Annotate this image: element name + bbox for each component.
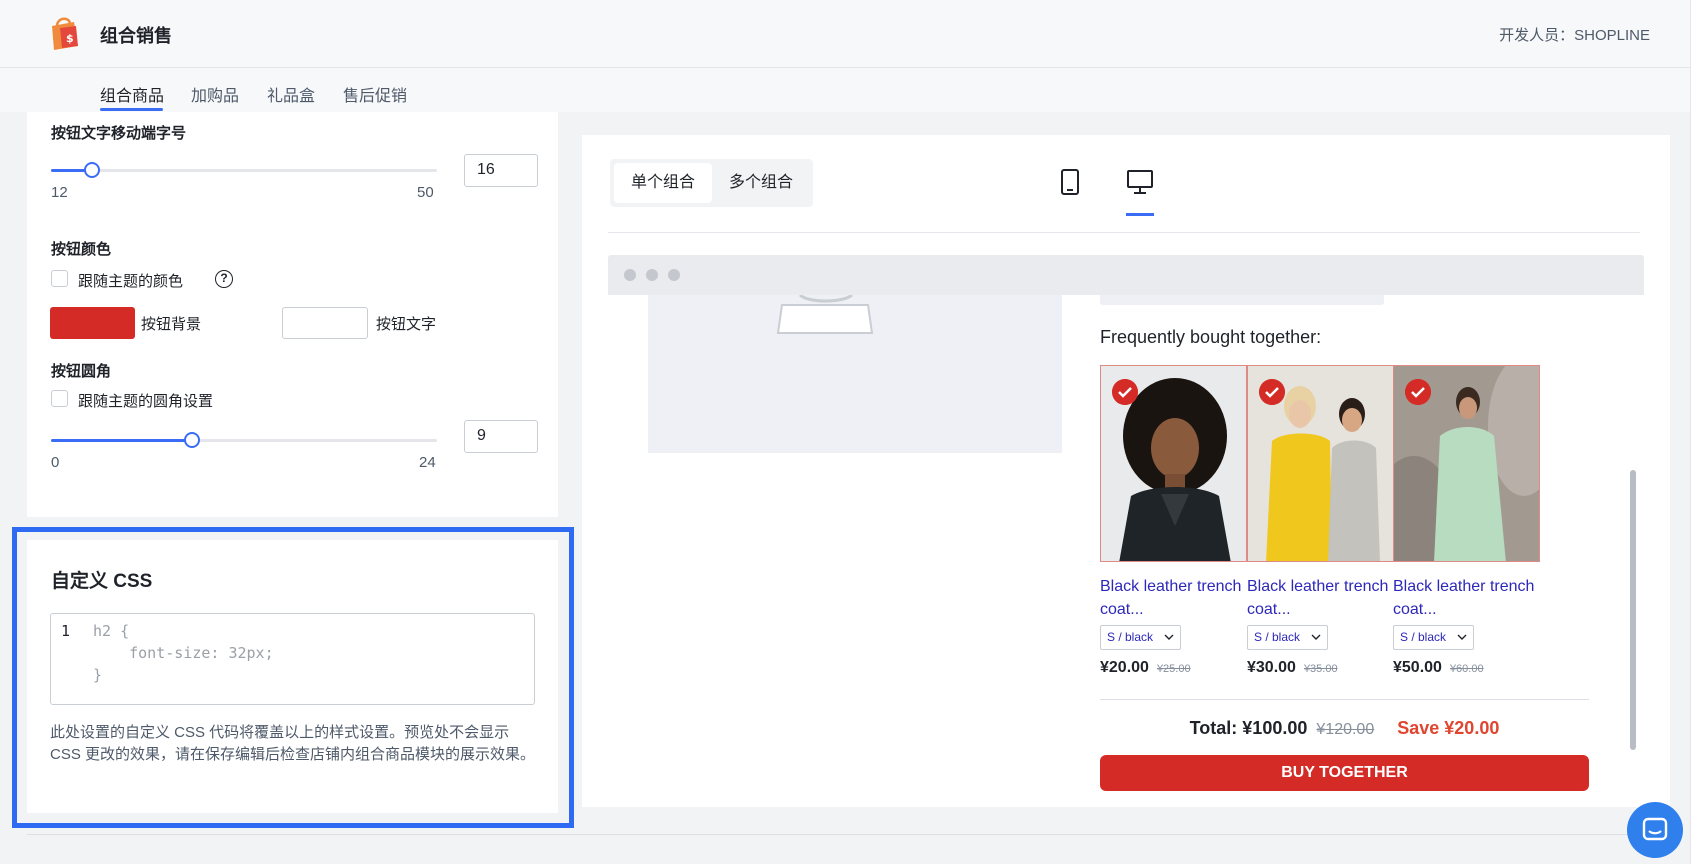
follow-theme-color-checkbox[interactable] (51, 270, 68, 287)
product-price: ¥50.00 ¥60.00 (1393, 659, 1484, 677)
divider (608, 232, 1640, 233)
variant-select[interactable]: S / black (1100, 625, 1181, 650)
radius-slider-fill (51, 439, 192, 442)
tab-post-sale-promo[interactable]: 售后促销 (343, 82, 407, 106)
sale-price: ¥50.00 (1393, 659, 1442, 676)
svg-text:$: $ (66, 32, 74, 45)
selected-check-icon[interactable] (1112, 379, 1138, 405)
chevron-down-icon (1311, 634, 1321, 640)
chevron-down-icon (1457, 634, 1467, 640)
mobile-icon[interactable] (1060, 169, 1080, 195)
original-price: ¥35.00 (1303, 663, 1338, 675)
top-content-bar (1100, 295, 1384, 305)
variant-select[interactable]: S / black (1247, 625, 1328, 650)
window-dot (646, 269, 658, 281)
button-bg-color-swatch[interactable] (50, 307, 135, 339)
window-dot (624, 269, 636, 281)
button-bg-label: 按钮背景 (141, 316, 202, 333)
total-row: Total: ¥100.00 ¥120.00 Save ¥20.00 (1100, 718, 1589, 739)
chevron-down-icon (1164, 634, 1174, 640)
button-text-label: 按钮文字 (376, 316, 437, 333)
sale-price: ¥30.00 (1247, 659, 1296, 676)
font-size-slider[interactable] (51, 169, 437, 172)
product-name-link[interactable]: Black leather trench coat... (1247, 575, 1397, 621)
product-price: ¥30.00 ¥35.00 (1247, 659, 1338, 677)
font-size-min: 12 (51, 184, 68, 201)
combo-mode-switch: 单个组合 多个组合 (610, 159, 813, 207)
tab-bar: 组合商品 加购品 礼品盒 售后促销 (0, 68, 1700, 112)
variant-value: S / black (1107, 630, 1154, 644)
variant-select[interactable]: S / black (1393, 625, 1474, 650)
button-radius-label: 按钮圆角 (51, 363, 112, 380)
total-price: Total: ¥100.00 (1189, 718, 1308, 738)
divider (1100, 699, 1589, 700)
radius-slider[interactable] (51, 439, 437, 442)
tab-add-on-products[interactable]: 加购品 (191, 82, 239, 106)
tab-bundle-products[interactable]: 组合商品 (100, 82, 164, 106)
follow-theme-radius-checkbox[interactable] (51, 390, 68, 407)
tab-gift-box[interactable]: 礼品盒 (267, 82, 315, 106)
frequently-bought-together-title: Frequently bought together: (1100, 327, 1322, 347)
follow-theme-color-label: 跟随主题的颜色 (78, 273, 184, 290)
buy-together-button[interactable]: BUY TOGETHER (1100, 755, 1589, 791)
follow-theme-radius-label: 跟随主题的圆角设置 (78, 393, 214, 410)
active-tab-indicator (100, 108, 163, 111)
single-combo-tab[interactable]: 单个组合 (614, 163, 712, 203)
selected-check-icon[interactable] (1405, 379, 1431, 405)
desktop-icon[interactable] (1127, 169, 1153, 195)
selected-check-icon[interactable] (1259, 379, 1285, 405)
multi-combo-tab[interactable]: 多个组合 (712, 163, 810, 203)
window-dot (668, 269, 680, 281)
total-original-price: ¥120.00 (1316, 721, 1375, 738)
radius-input[interactable]: 9 (464, 420, 538, 453)
font-size-max: 50 (417, 184, 434, 201)
sale-price: ¥20.00 (1100, 659, 1149, 676)
button-settings-panel: 按钮文字移动端字号 12 50 16 按钮颜色 跟随主题的颜色 ? 按钮背景 按… (27, 112, 558, 517)
radius-slider-handle[interactable] (184, 432, 200, 448)
variant-value: S / black (1400, 630, 1447, 644)
preview-panel: 单个组合 多个组合 Frequently bought together: Bl… (582, 135, 1670, 807)
preview-scrollbar[interactable] (1630, 470, 1636, 750)
active-device-indicator (1126, 213, 1154, 216)
divider (27, 834, 1667, 835)
radius-max: 24 (419, 454, 436, 471)
product-name-link[interactable]: Black leather trench coat... (1100, 575, 1250, 621)
product-price: ¥20.00 ¥25.00 (1100, 659, 1191, 677)
original-price: ¥60.00 (1449, 663, 1484, 675)
browser-preview: Frequently bought together: Black leathe… (608, 255, 1644, 807)
original-price: ¥25.00 (1156, 663, 1191, 675)
shopping-bag-logo-icon: $ (52, 17, 78, 50)
chat-icon (1642, 817, 1668, 841)
product-name-link[interactable]: Black leather trench coat... (1393, 575, 1543, 621)
font-size-label: 按钮文字移动端字号 (51, 125, 187, 142)
top-bar: $ 组合销售 开发人员：SHOPLINE (0, 0, 1700, 68)
page-edge (1690, 0, 1700, 864)
chat-support-button[interactable] (1627, 802, 1683, 858)
button-text-color-swatch[interactable] (282, 307, 368, 339)
developer-label: 开发人员：SHOPLINE (1499, 27, 1650, 44)
button-color-label: 按钮颜色 (51, 241, 112, 258)
font-size-slider-handle[interactable] (84, 162, 100, 178)
help-icon[interactable]: ? (215, 270, 233, 288)
variant-value: S / black (1254, 630, 1301, 644)
font-size-input[interactable]: 16 (464, 154, 538, 187)
shopping-bag-placeholder-icon (776, 295, 874, 334)
highlight-box (12, 527, 574, 828)
savings-label: Save ¥20.00 (1397, 718, 1500, 738)
app-title: 组合销售 (100, 26, 172, 46)
browser-bar (608, 255, 1644, 295)
radius-min: 0 (51, 454, 60, 471)
